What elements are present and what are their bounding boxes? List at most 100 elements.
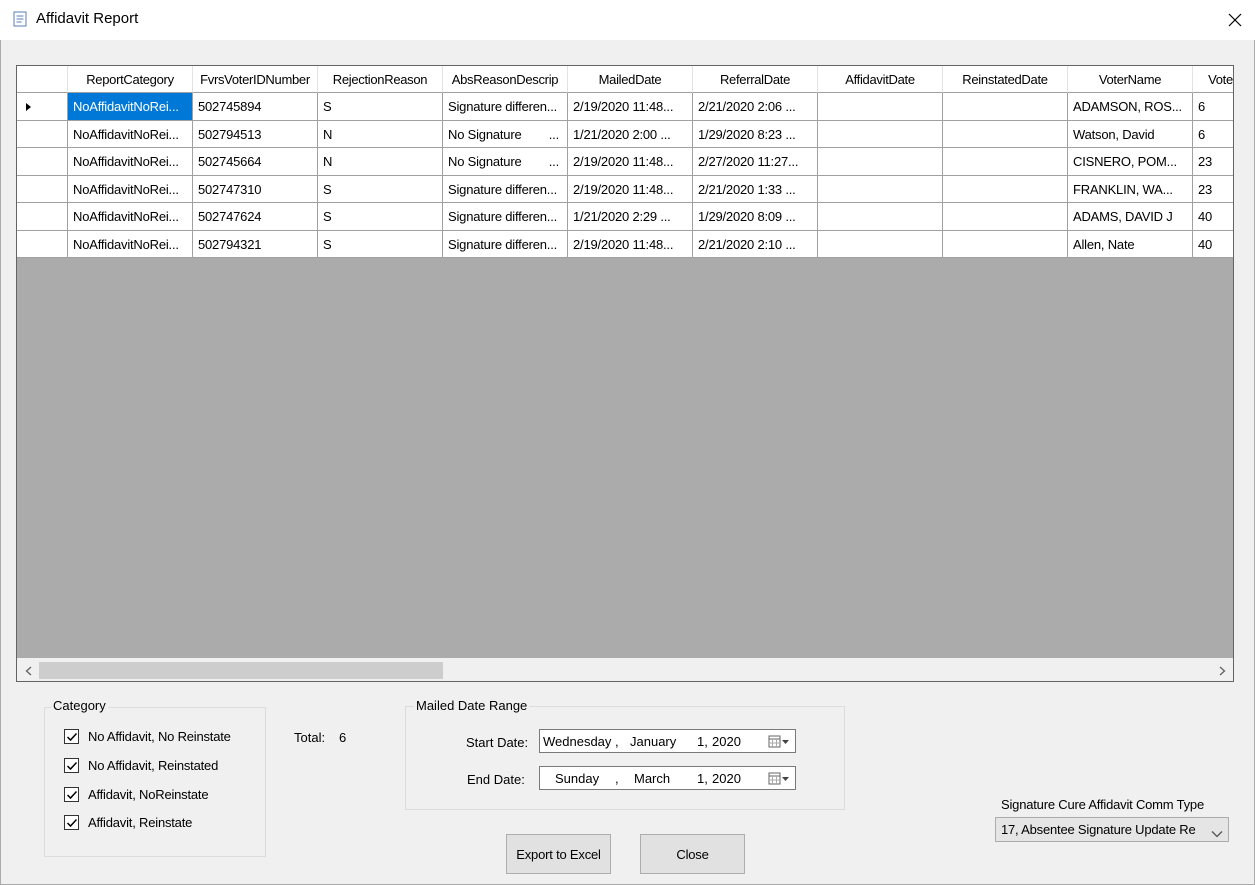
table-cell[interactable] [943, 93, 1068, 121]
column-header[interactable]: FvrsVoterIDNumber [193, 66, 318, 93]
category-option-affidavit-noreinstate[interactable]: Affidavit, NoReinstate [64, 787, 209, 802]
row-header[interactable] [17, 231, 68, 258]
column-header[interactable]: AbsReasonDescrip [443, 66, 568, 93]
comm-type-value: 17, Absentee Signature Update Re [1001, 822, 1196, 837]
table-cell[interactable]: S [318, 231, 443, 258]
table-cell[interactable]: 502745664 [193, 148, 318, 176]
table-cell[interactable] [818, 231, 943, 258]
table-cell[interactable]: 502747310 [193, 176, 318, 203]
table-cell[interactable]: NoAffidavitNoRei... [68, 203, 193, 231]
table-cell[interactable]: 40 [1193, 203, 1233, 231]
table-cell[interactable]: No Signature ... [443, 148, 568, 176]
table-cell[interactable]: NoAffidavitNoRei... [68, 176, 193, 203]
table-cell[interactable] [818, 93, 943, 121]
row-header[interactable] [17, 203, 68, 231]
category-option-affidavit-reinstate[interactable]: Affidavit, Reinstate [64, 815, 192, 830]
start-date-picker[interactable]: Wednesday , January 1, 2020 [539, 729, 796, 753]
table-cell[interactable]: 2/21/2020 2:10 ... [693, 231, 818, 258]
column-header[interactable]: ReinstatedDate [943, 66, 1068, 93]
table-cell[interactable]: 6 [1193, 93, 1233, 121]
checkmark-icon [66, 790, 78, 800]
column-header[interactable]: RejectionReason [318, 66, 443, 93]
table-cell[interactable]: CISNERO, POM... [1068, 148, 1193, 176]
table-cell[interactable]: FRANKLIN, WA... [1068, 176, 1193, 203]
column-header[interactable]: ReportCategory [68, 66, 193, 93]
category-option-no-affidavit-no-reinstate[interactable]: No Affidavit, No Reinstate [64, 729, 231, 744]
table-cell[interactable] [818, 121, 943, 148]
row-header[interactable] [17, 176, 68, 203]
table-cell[interactable] [943, 203, 1068, 231]
table-cell[interactable]: S [318, 203, 443, 231]
checkbox[interactable] [64, 758, 79, 773]
checkbox[interactable] [64, 729, 79, 744]
table-cell[interactable]: 1/21/2020 2:00 ... [568, 121, 693, 148]
table-cell[interactable]: 502794513 [193, 121, 318, 148]
table-cell[interactable]: 23 [1193, 148, 1233, 176]
table-cell[interactable]: 40 [1193, 231, 1233, 258]
table-cell[interactable]: Signature differen... [443, 93, 568, 121]
table-cell[interactable] [943, 176, 1068, 203]
table-cell[interactable]: S [318, 93, 443, 121]
calendar-dropdown-icon[interactable] [768, 772, 790, 786]
table-cell[interactable]: 2/19/2020 11:48... [568, 176, 693, 203]
export-to-excel-button[interactable]: Export to Excel [506, 834, 611, 874]
table-cell[interactable]: NoAffidavitNoRei... [68, 231, 193, 258]
table-cell[interactable] [943, 121, 1068, 148]
table-cell[interactable]: Allen, Nate [1068, 231, 1193, 258]
table-cell[interactable] [818, 176, 943, 203]
table-cell[interactable]: Signature differen... [443, 203, 568, 231]
checkbox[interactable] [64, 815, 79, 830]
table-cell[interactable]: 2/19/2020 11:48... [568, 231, 693, 258]
table-cell[interactable]: ADAMS, DAVID J [1068, 203, 1193, 231]
table-cell[interactable] [818, 203, 943, 231]
end-day: 1, [697, 771, 708, 786]
scroll-right-button[interactable] [1211, 659, 1233, 681]
table-cell[interactable]: 2/27/2020 11:27... [693, 148, 818, 176]
close-button[interactable]: Close [640, 834, 745, 874]
table-cell[interactable]: 6 [1193, 121, 1233, 148]
table-cell[interactable]: 2/21/2020 1:33 ... [693, 176, 818, 203]
scroll-left-button[interactable] [17, 659, 39, 681]
scroll-thumb[interactable] [39, 662, 443, 679]
table-cell[interactable]: 1/21/2020 2:29 ... [568, 203, 693, 231]
column-header[interactable]: ReferralDate [693, 66, 818, 93]
table-cell[interactable]: NoAffidavitNoRei... [68, 93, 193, 121]
table-cell[interactable]: NoAffidavitNoRei... [68, 121, 193, 148]
comm-type-combobox[interactable]: 17, Absentee Signature Update Re [995, 817, 1229, 842]
table-cell[interactable]: N [318, 148, 443, 176]
table-cell[interactable]: N [318, 121, 443, 148]
checkbox[interactable] [64, 787, 79, 802]
table-cell[interactable]: 2/19/2020 11:48... [568, 93, 693, 121]
table-cell[interactable] [818, 148, 943, 176]
table-cell[interactable]: 2/21/2020 2:06 ... [693, 93, 818, 121]
table-cell[interactable]: 1/29/2020 8:23 ... [693, 121, 818, 148]
table-cell[interactable]: Watson, David [1068, 121, 1193, 148]
table-cell[interactable]: 502747624 [193, 203, 318, 231]
table-cell[interactable]: Signature differen... [443, 176, 568, 203]
end-date-picker[interactable]: Sunday , March 1, 2020 [539, 766, 796, 790]
row-header[interactable] [17, 121, 68, 148]
affidavit-data-grid[interactable]: ReportCategory FvrsVoterIDNumber Rejection… [16, 65, 1234, 682]
table-cell[interactable] [943, 148, 1068, 176]
table-cell[interactable]: S [318, 176, 443, 203]
table-cell[interactable]: 1/29/2020 8:09 ... [693, 203, 818, 231]
column-header[interactable]: Voter [1193, 66, 1233, 93]
column-header[interactable]: VoterName [1068, 66, 1193, 93]
table-cell[interactable]: 502794321 [193, 231, 318, 258]
table-cell[interactable]: 2/19/2020 11:48... [568, 148, 693, 176]
table-cell[interactable] [943, 231, 1068, 258]
calendar-dropdown-icon[interactable] [768, 735, 790, 749]
table-cell[interactable]: NoAffidavitNoRei... [68, 148, 193, 176]
horizontal-scrollbar[interactable] [17, 658, 1233, 681]
table-cell[interactable]: ADAMSON, ROS... [1068, 93, 1193, 121]
close-window-button[interactable] [1217, 2, 1253, 38]
table-cell[interactable]: 23 [1193, 176, 1233, 203]
row-header[interactable] [17, 148, 68, 176]
table-cell[interactable]: 502745894 [193, 93, 318, 121]
table-cell[interactable]: Signature differen... [443, 231, 568, 258]
column-header[interactable]: MailedDate [568, 66, 693, 93]
column-header[interactable]: AffidavitDate [818, 66, 943, 93]
table-cell[interactable]: No Signature ... [443, 121, 568, 148]
category-option-no-affidavit-reinstated[interactable]: No Affidavit, Reinstated [64, 758, 218, 773]
row-header[interactable] [17, 93, 68, 121]
